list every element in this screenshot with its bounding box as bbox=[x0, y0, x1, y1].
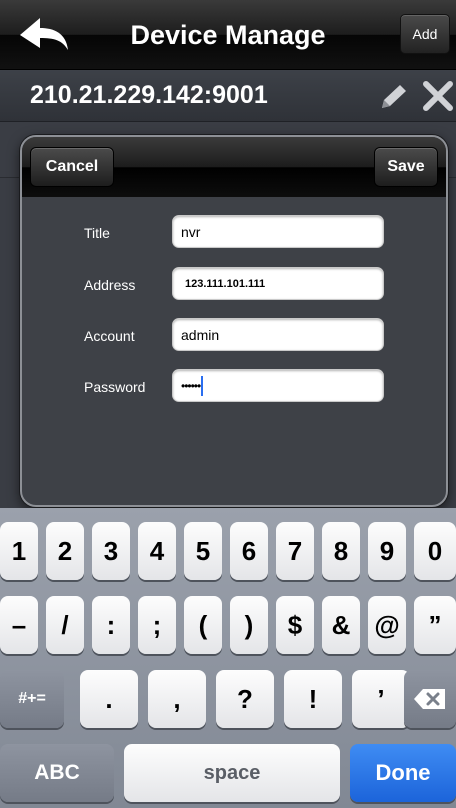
key-more-symbols[interactable]: #+= bbox=[0, 670, 64, 728]
key-ampersand[interactable]: & bbox=[322, 596, 360, 654]
key-close-paren[interactable]: ) bbox=[230, 596, 268, 654]
close-icon[interactable] bbox=[420, 80, 456, 112]
key-abc[interactable]: ABC bbox=[0, 744, 114, 802]
save-button[interactable]: Save bbox=[374, 147, 438, 187]
key-0[interactable]: 0 bbox=[414, 522, 456, 580]
backspace-icon bbox=[414, 689, 445, 709]
key-colon[interactable]: : bbox=[92, 596, 130, 654]
key-9[interactable]: 9 bbox=[368, 522, 406, 580]
page-title: Device Manage bbox=[130, 20, 326, 50]
text-cursor bbox=[201, 375, 204, 396]
key-apostrophe[interactable]: ’ bbox=[352, 670, 410, 728]
key-3[interactable]: 3 bbox=[92, 522, 130, 580]
key-quote[interactable]: ” bbox=[414, 596, 456, 654]
nav-bar: Device Manage Add bbox=[0, 0, 456, 70]
key-dollar[interactable]: $ bbox=[276, 596, 314, 654]
key-5[interactable]: 5 bbox=[184, 522, 222, 580]
key-question[interactable]: ? bbox=[216, 670, 274, 728]
key-comma[interactable]: , bbox=[148, 670, 206, 728]
key-slash[interactable]: / bbox=[46, 596, 84, 654]
address-field[interactable]: 123.111.101.111 bbox=[172, 267, 384, 300]
edit-device-dialog: Cancel Save Title nvr Address 123.111.10… bbox=[20, 135, 448, 507]
key-open-paren[interactable]: ( bbox=[184, 596, 222, 654]
dialog-toolbar: Cancel Save bbox=[22, 137, 446, 197]
title-label: Title bbox=[84, 225, 110, 241]
keyboard: 1 2 3 4 5 6 7 8 9 0 – / : ; ( ) $ & @ ” … bbox=[0, 508, 456, 808]
key-backspace[interactable] bbox=[404, 670, 456, 728]
key-at[interactable]: @ bbox=[368, 596, 406, 654]
title-field[interactable]: nvr bbox=[172, 215, 384, 248]
key-2[interactable]: 2 bbox=[46, 522, 84, 580]
password-value: •••••• bbox=[181, 378, 201, 393]
key-1[interactable]: 1 bbox=[0, 522, 38, 580]
add-button[interactable]: Add bbox=[400, 14, 450, 54]
key-period[interactable]: . bbox=[80, 670, 138, 728]
cancel-button[interactable]: Cancel bbox=[30, 147, 114, 187]
device-list-item[interactable]: 210.21.229.142:9001 bbox=[0, 70, 456, 122]
address-label: Address bbox=[84, 277, 136, 293]
password-field[interactable]: •••••• bbox=[172, 369, 384, 402]
pencil-icon[interactable] bbox=[376, 82, 410, 112]
account-label: Account bbox=[84, 328, 135, 344]
key-8[interactable]: 8 bbox=[322, 522, 360, 580]
device-address: 210.21.229.142:9001 bbox=[30, 81, 268, 109]
account-field[interactable]: admin bbox=[172, 318, 384, 351]
key-exclamation[interactable]: ! bbox=[284, 670, 342, 728]
key-dash[interactable]: – bbox=[0, 596, 38, 654]
password-label: Password bbox=[84, 379, 146, 395]
key-space[interactable]: space bbox=[124, 744, 340, 802]
key-done[interactable]: Done bbox=[350, 744, 456, 802]
key-6[interactable]: 6 bbox=[230, 522, 268, 580]
key-7[interactable]: 7 bbox=[276, 522, 314, 580]
key-semicolon[interactable]: ; bbox=[138, 596, 176, 654]
key-4[interactable]: 4 bbox=[138, 522, 176, 580]
